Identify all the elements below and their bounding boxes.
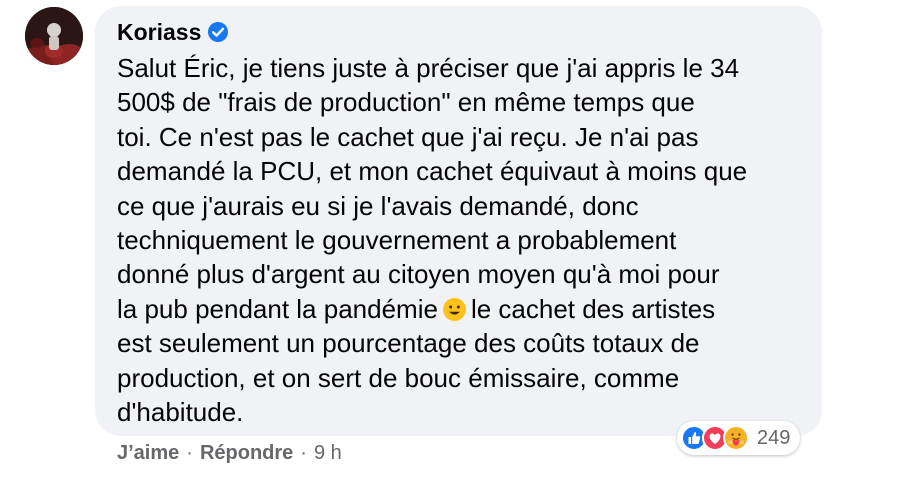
reply-button[interactable]: Répondre xyxy=(200,440,293,466)
separator: · xyxy=(186,442,193,464)
author-name[interactable]: Koriass xyxy=(117,19,201,45)
avatar[interactable] xyxy=(25,7,83,65)
comment-line-part: le cachet des artistes xyxy=(470,293,716,324)
reaction-icons xyxy=(681,425,749,451)
comment-line: production, et on sert de bouc émissaire… xyxy=(117,362,680,393)
comment-line-part: la pub pendant la pandémie xyxy=(117,293,438,324)
smiling-face-emoji-icon xyxy=(442,297,466,321)
comment-line: techniquement le gouvernement a probable… xyxy=(117,225,677,256)
comment-author[interactable]: Koriass xyxy=(117,19,229,45)
comment-line: 500$ de "frais de production" en même te… xyxy=(117,87,695,118)
comment-line: ce que j'aurais eu si je l'avais demandé… xyxy=(117,190,639,221)
comment-line: Salut Éric, je tiens juste à préciser qu… xyxy=(117,53,740,83)
comment-actions: J’aime · Répondre · 9 h xyxy=(117,440,342,466)
comment-text: Salut Éric, je tiens juste à préciser qu… xyxy=(117,51,807,429)
comment-line: demandé la PCU, et mon cachet équivaut à… xyxy=(117,156,748,187)
comment-line-with-emoji: la pub pendant la pandémie le cachet des … xyxy=(117,292,807,326)
comment-bubble: Koriass Salut Éric, je tiens juste à pré… xyxy=(95,6,822,436)
reaction-count: 249 xyxy=(757,426,791,449)
care-icon xyxy=(723,425,749,451)
verified-badge-icon xyxy=(208,22,229,42)
separator: · xyxy=(300,442,307,464)
like-button[interactable]: J’aime xyxy=(117,440,179,466)
comment-line: donné plus d'argent au citoyen moyen qu'… xyxy=(117,259,720,290)
comment-line: toi. Ce n'est pas le cachet que j'ai reç… xyxy=(117,121,699,152)
avatar-image xyxy=(25,7,83,65)
timestamp-link[interactable]: 9 h xyxy=(314,440,342,466)
comment-line: est seulement un pourcentage des coûts t… xyxy=(117,328,700,359)
reactions-summary[interactable]: 249 xyxy=(677,421,801,455)
